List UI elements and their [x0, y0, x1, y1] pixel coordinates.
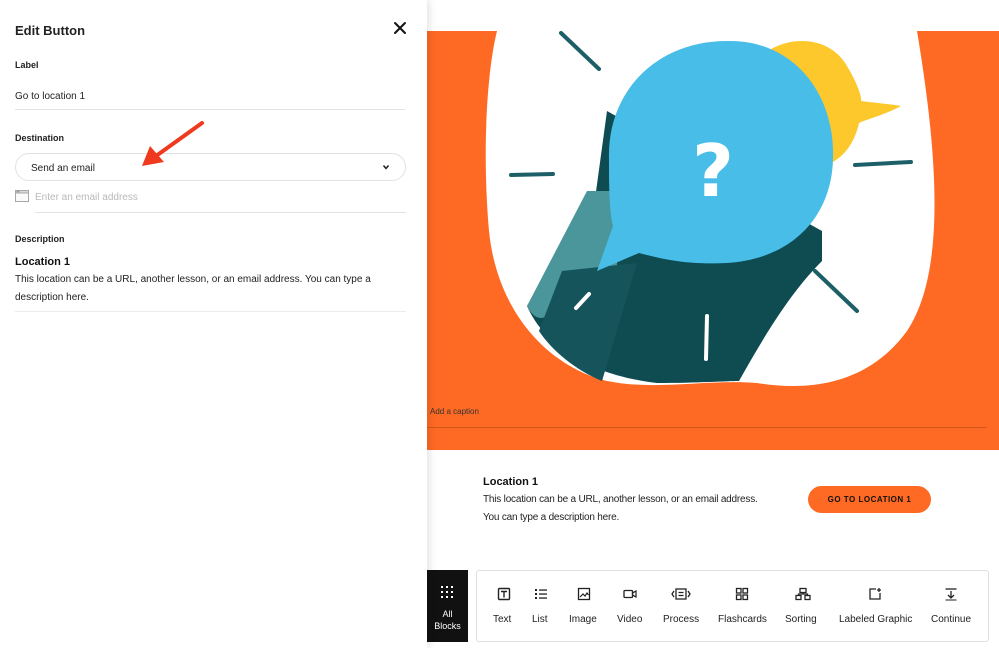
image-caption[interactable]: Add a caption	[430, 407, 479, 416]
annotation-arrow-icon	[142, 121, 204, 166]
email-address-input[interactable]	[35, 183, 406, 213]
description-body: This location can be a URL, another less…	[15, 274, 371, 303]
caption-divider	[427, 427, 987, 428]
lesson-canvas: ? Add a caption Location 1 This location…	[427, 0, 999, 648]
button-block-title: Location 1	[483, 476, 539, 488]
text-icon	[497, 587, 511, 601]
list-icon	[535, 589, 547, 599]
close-icon[interactable]	[392, 20, 408, 36]
svg-text:?: ?	[692, 129, 734, 213]
description-editor[interactable]: Location 1 This location can be a URL, a…	[15, 254, 406, 312]
label-field-label: Label	[15, 60, 39, 70]
block-process[interactable]: Process	[661, 571, 701, 641]
continue-icon	[945, 588, 957, 601]
block-sorting[interactable]: Sorting	[783, 571, 821, 641]
grid-icon	[441, 586, 453, 598]
chevron-down-icon	[382, 165, 390, 170]
destination-selected-value: Send an email	[31, 163, 95, 174]
email-field-icon	[15, 190, 29, 202]
destination-field-label: Destination	[15, 133, 65, 143]
all-blocks-label: All Blocks	[434, 609, 461, 631]
process-icon	[671, 588, 691, 600]
destination-select[interactable]: Send an email	[15, 153, 406, 181]
block-list[interactable]: List	[529, 571, 553, 641]
description-field-label: Description	[15, 234, 65, 244]
question-bubble-illustration: ?	[485, 31, 935, 387]
label-input[interactable]	[15, 84, 405, 110]
block-continue[interactable]: Continue	[927, 571, 973, 641]
button-block-description: This location can be a URL, another less…	[483, 494, 758, 523]
block-video[interactable]: Video	[615, 571, 647, 641]
block-labeled-graphic[interactable]: Labeled Graphic	[837, 571, 913, 641]
all-blocks-button[interactable]: All Blocks	[427, 570, 468, 642]
labeled-graphic-icon	[869, 588, 881, 600]
flashcards-icon	[735, 587, 749, 601]
block-toolbar: Text List Image Video Process Flashcards…	[476, 570, 989, 642]
block-image[interactable]: Image	[567, 571, 601, 641]
block-text[interactable]: Text	[490, 571, 518, 641]
panel-title: Edit Button	[15, 23, 86, 38]
image-block[interactable]: ? Add a caption	[427, 31, 999, 450]
sorting-icon	[795, 587, 811, 601]
edit-button-panel: Edit Button Label Destination Send an em…	[0, 0, 427, 648]
image-icon	[577, 587, 591, 601]
video-icon	[623, 589, 637, 599]
go-to-location-button[interactable]: GO TO LOCATION 1	[808, 486, 931, 513]
block-flashcards[interactable]: Flashcards	[717, 571, 767, 641]
description-heading: Location 1	[15, 256, 71, 268]
